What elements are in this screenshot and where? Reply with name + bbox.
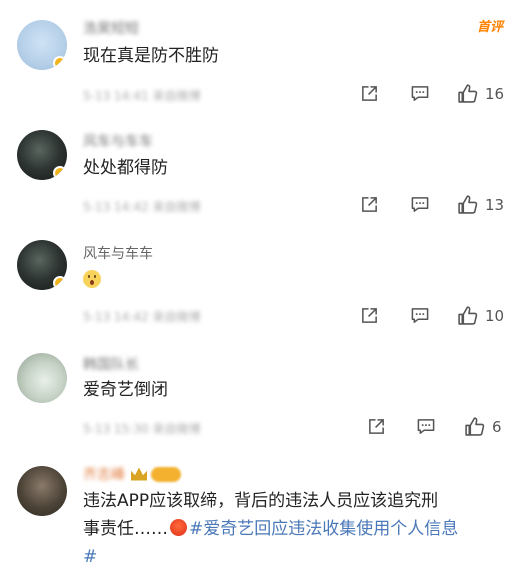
comment-line: 事责任…… #爱奇艺回应违法收集使用个人信息 <box>83 515 513 543</box>
verified-badge-icon <box>53 166 67 180</box>
username[interactable]: 风车与车车 <box>83 243 153 263</box>
share-icon <box>362 308 377 323</box>
comment-meta: 5-13 15:30 来自微博 <box>83 422 201 436</box>
first-comment-badge: 首评 <box>476 20 503 35</box>
thumbs-up-icon <box>458 195 478 214</box>
like-count: 13 <box>485 195 505 214</box>
surprised-emoji-icon <box>83 270 101 288</box>
reply-button[interactable] <box>410 195 430 214</box>
comment-item: 韩国队长 爱奇艺倒闭 5-13 15:30 来自微博 6 <box>0 340 527 454</box>
thumbs-up-icon <box>458 306 478 325</box>
comment-item: 齐志峰 违法APP应该取缔，背后的违法人员应该追究刑 事责任…… #爱奇艺回应违法… <box>0 454 527 573</box>
verified-badge-icon <box>53 56 67 70</box>
hashtag-link[interactable]: #爱奇艺回应违法收集使用个人信息 <box>189 519 458 539</box>
comment-text: 现在真是防不胜防 <box>83 46 219 66</box>
share-button[interactable] <box>360 195 379 214</box>
thumbs-up-icon <box>465 417 485 436</box>
share-button[interactable] <box>367 417 386 436</box>
avatar[interactable] <box>17 240 67 290</box>
avatar[interactable] <box>17 130 67 180</box>
comment-text: 违法APP应该取缔，背后的违法人员应该追究刑 事责任…… #爱奇艺回应违法收集使用… <box>83 487 513 571</box>
username[interactable]: 齐志峰 <box>83 464 125 484</box>
like-count: 6 <box>492 417 502 436</box>
comment-item: 浩昊短短 首评 现在真是防不胜防 5-13 14:41 来自微博 16 <box>0 0 527 114</box>
comment-text <box>83 266 101 294</box>
comment-meta: 5-13 14:41 来自微博 <box>83 89 201 103</box>
comment-icon <box>411 197 429 212</box>
avatar[interactable] <box>17 466 67 516</box>
comment-line: 违法APP应该取缔，背后的违法人员应该追究刑 <box>83 491 439 511</box>
comment-meta: 5-13 14:42 来自微博 <box>83 310 201 324</box>
comment-meta: 5-13 14:42 来自微博 <box>83 200 201 214</box>
reply-button[interactable] <box>410 306 430 325</box>
username-row: 齐志峰 <box>83 464 181 484</box>
share-button[interactable] <box>360 306 379 325</box>
like-count: 10 <box>485 306 505 325</box>
comment-icon <box>417 419 435 434</box>
crown-icon <box>131 467 147 481</box>
like-button[interactable]: 10 <box>457 305 504 326</box>
share-icon <box>362 86 377 101</box>
share-icon <box>362 197 377 212</box>
thumbs-up-icon <box>458 84 478 103</box>
angry-emoji-icon <box>170 519 187 536</box>
like-count: 16 <box>485 84 505 103</box>
level-badge <box>151 466 181 482</box>
hashtag-link[interactable]: # <box>83 543 513 571</box>
comment-icon <box>411 86 429 101</box>
username[interactable]: 韩国队长 <box>83 354 139 374</box>
avatar[interactable] <box>17 353 67 403</box>
reply-button[interactable] <box>416 417 436 436</box>
avatar[interactable] <box>17 20 67 70</box>
like-button[interactable]: 6 <box>464 416 502 437</box>
comment-icon <box>411 308 429 323</box>
like-button[interactable]: 13 <box>457 194 504 215</box>
reply-button[interactable] <box>410 84 430 103</box>
verified-badge-icon <box>53 276 67 290</box>
comment-text-plain: 事责任…… <box>83 519 168 539</box>
username[interactable]: 风车与车车 <box>83 131 153 151</box>
share-button[interactable] <box>360 84 379 103</box>
like-button[interactable]: 16 <box>457 83 504 104</box>
comment-item: 风车与车车 5-13 14:42 来自微博 10 <box>0 228 527 340</box>
share-icon <box>369 419 384 434</box>
comment-text: 处处都得防 <box>83 158 168 178</box>
username[interactable]: 浩昊短短 <box>83 18 139 38</box>
comment-text: 爱奇艺倒闭 <box>83 380 168 400</box>
comment-item: 风车与车车 处处都得防 5-13 14:42 来自微博 13 <box>0 114 527 228</box>
